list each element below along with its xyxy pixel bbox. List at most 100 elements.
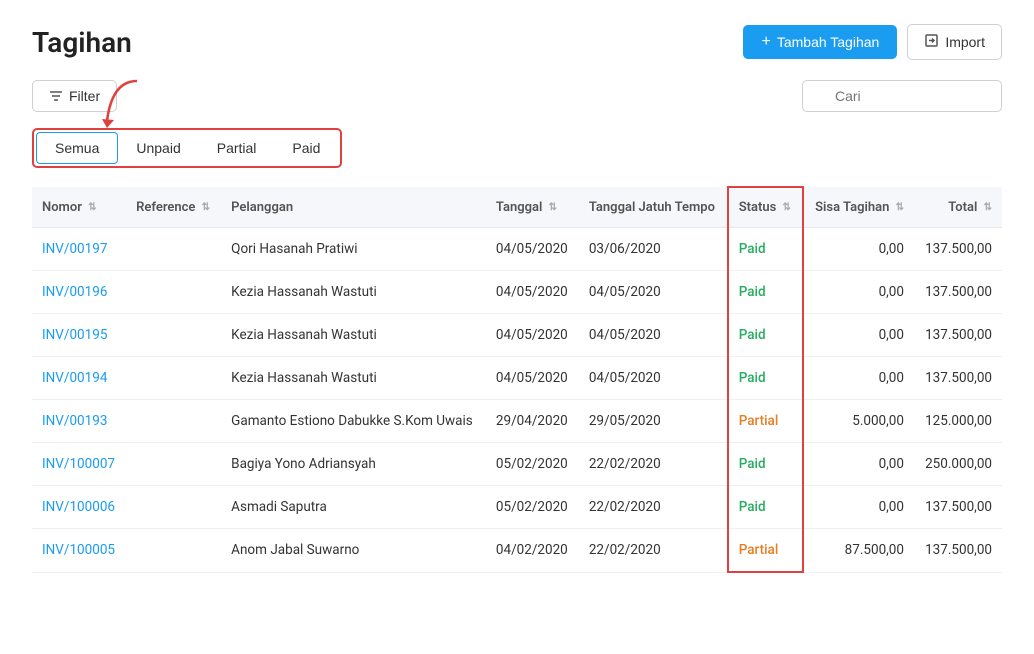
cell-nomor: INV/00194 — [32, 357, 126, 400]
invoice-link[interactable]: INV/100006 — [42, 499, 115, 515]
cell-total: 137.500,00 — [914, 228, 1002, 271]
invoice-link[interactable]: INV/00196 — [42, 284, 107, 300]
cell-sisa-tagihan: 5.000,00 — [803, 400, 914, 443]
col-pelanggan: Pelanggan — [221, 187, 486, 228]
import-icon — [924, 33, 939, 51]
cell-status: Partial — [728, 529, 803, 573]
cell-reference — [126, 443, 221, 486]
col-total: Total ⇅ — [914, 187, 1002, 228]
search-wrapper — [802, 80, 1002, 112]
table-row: INV/100005 Anom Jabal Suwarno 04/02/2020… — [32, 529, 1002, 573]
col-sisa-tagihan: Sisa Tagihan ⇅ — [803, 187, 914, 228]
header-actions: + Tambah Tagihan Import — [743, 24, 1002, 60]
invoice-link[interactable]: INV/00195 — [42, 327, 107, 343]
cell-pelanggan: Kezia Hassanah Wastuti — [221, 314, 486, 357]
col-nomor: Nomor ⇅ — [32, 187, 126, 228]
import-button[interactable]: Import — [907, 24, 1002, 60]
cell-pelanggan: Asmadi Saputra — [221, 486, 486, 529]
cell-tanggal-jatuh-tempo: 04/05/2020 — [579, 271, 728, 314]
cell-reference — [126, 357, 221, 400]
cell-tanggal-jatuh-tempo: 03/06/2020 — [579, 228, 728, 271]
table-header-row: Nomor ⇅ Reference ⇅ Pelanggan Tanggal ⇅ … — [32, 187, 1002, 228]
cell-total: 250.000,00 — [914, 443, 1002, 486]
invoice-link[interactable]: INV/100005 — [42, 542, 115, 558]
col-status: Status ⇅ — [728, 187, 803, 228]
cell-sisa-tagihan: 0,00 — [803, 314, 914, 357]
cell-tanggal-jatuh-tempo: 22/02/2020 — [579, 486, 728, 529]
cell-pelanggan: Anom Jabal Suwarno — [221, 529, 486, 573]
import-label: Import — [945, 34, 985, 50]
cell-nomor: INV/00193 — [32, 400, 126, 443]
table-row: INV/00194 Kezia Hassanah Wastuti 04/05/2… — [32, 357, 1002, 400]
cell-tanggal-jatuh-tempo: 22/02/2020 — [579, 443, 728, 486]
cell-nomor: INV/00196 — [32, 271, 126, 314]
sort-icon-nomor: ⇅ — [88, 202, 96, 213]
cell-tanggal: 04/05/2020 — [486, 271, 579, 314]
toolbar-row: Filter — [32, 80, 1002, 112]
cell-tanggal-jatuh-tempo: 04/05/2020 — [579, 314, 728, 357]
cell-tanggal: 04/05/2020 — [486, 314, 579, 357]
cell-nomor: INV/00195 — [32, 314, 126, 357]
cell-status: Paid — [728, 228, 803, 271]
cell-sisa-tagihan: 0,00 — [803, 271, 914, 314]
cell-nomor: INV/100007 — [32, 443, 126, 486]
invoice-link[interactable]: INV/100007 — [42, 456, 115, 472]
col-tanggal: Tanggal ⇅ — [486, 187, 579, 228]
cell-tanggal: 05/02/2020 — [486, 443, 579, 486]
tab-semua[interactable]: Semua — [36, 132, 118, 164]
cell-reference — [126, 529, 221, 573]
cell-nomor: INV/100006 — [32, 486, 126, 529]
cell-pelanggan: Bagiya Yono Adriansyah — [221, 443, 486, 486]
cell-tanggal: 04/02/2020 — [486, 529, 579, 573]
cell-nomor: INV/100005 — [32, 529, 126, 573]
cell-pelanggan: Kezia Hassanah Wastuti — [221, 271, 486, 314]
cell-sisa-tagihan: 0,00 — [803, 443, 914, 486]
cell-status: Paid — [728, 271, 803, 314]
table-row: INV/00195 Kezia Hassanah Wastuti 04/05/2… — [32, 314, 1002, 357]
cell-reference — [126, 486, 221, 529]
cell-status: Paid — [728, 486, 803, 529]
sort-icon-status: ⇅ — [783, 202, 791, 213]
tambah-tagihan-button[interactable]: + Tambah Tagihan — [743, 25, 897, 59]
cell-pelanggan: Gamanto Estiono Dabukke S.Kom Uwais — [221, 400, 486, 443]
cell-status: Paid — [728, 443, 803, 486]
cell-pelanggan: Kezia Hassanah Wastuti — [221, 357, 486, 400]
table-row: INV/100007 Bagiya Yono Adriansyah 05/02/… — [32, 443, 1002, 486]
table-row: INV/00193 Gamanto Estiono Dabukke S.Kom … — [32, 400, 1002, 443]
cell-total: 137.500,00 — [914, 486, 1002, 529]
cell-total: 137.500,00 — [914, 357, 1002, 400]
invoice-link[interactable]: INV/00194 — [42, 370, 107, 386]
tabs-wrapper: Semua Unpaid Partial Paid — [32, 128, 1002, 168]
filter-icon — [49, 88, 63, 104]
invoices-table: Nomor ⇅ Reference ⇅ Pelanggan Tanggal ⇅ … — [32, 186, 1002, 573]
sort-icon-reference: ⇅ — [202, 202, 210, 213]
cell-sisa-tagihan: 0,00 — [803, 228, 914, 271]
cell-tanggal-jatuh-tempo: 04/05/2020 — [579, 357, 728, 400]
cell-tanggal: 29/04/2020 — [486, 400, 579, 443]
tab-paid[interactable]: Paid — [274, 133, 338, 163]
cell-sisa-tagihan: 0,00 — [803, 357, 914, 400]
page-title: Tagihan — [32, 26, 132, 59]
tab-partial[interactable]: Partial — [199, 133, 275, 163]
cell-tanggal-jatuh-tempo: 29/05/2020 — [579, 400, 728, 443]
sort-icon-sisa: ⇅ — [896, 202, 904, 213]
cell-total: 125.000,00 — [914, 400, 1002, 443]
tabs-row: Semua Unpaid Partial Paid — [32, 128, 342, 168]
cell-status: Paid — [728, 314, 803, 357]
tambah-tagihan-label: Tambah Tagihan — [777, 34, 879, 50]
cell-tanggal-jatuh-tempo: 22/02/2020 — [579, 529, 728, 573]
invoice-link[interactable]: INV/00193 — [42, 413, 107, 429]
arrow-annotation — [92, 76, 152, 131]
cell-total: 137.500,00 — [914, 271, 1002, 314]
cell-reference — [126, 314, 221, 357]
table-row: INV/100006 Asmadi Saputra 05/02/2020 22/… — [32, 486, 1002, 529]
cell-status: Partial — [728, 400, 803, 443]
cell-reference — [126, 400, 221, 443]
tab-unpaid[interactable]: Unpaid — [118, 133, 198, 163]
cell-tanggal: 05/02/2020 — [486, 486, 579, 529]
cell-total: 137.500,00 — [914, 314, 1002, 357]
invoice-link[interactable]: INV/00197 — [42, 241, 107, 257]
search-input[interactable] — [802, 80, 1002, 112]
sort-icon-tanggal: ⇅ — [549, 202, 557, 213]
cell-pelanggan: Qori Hasanah Pratiwi — [221, 228, 486, 271]
